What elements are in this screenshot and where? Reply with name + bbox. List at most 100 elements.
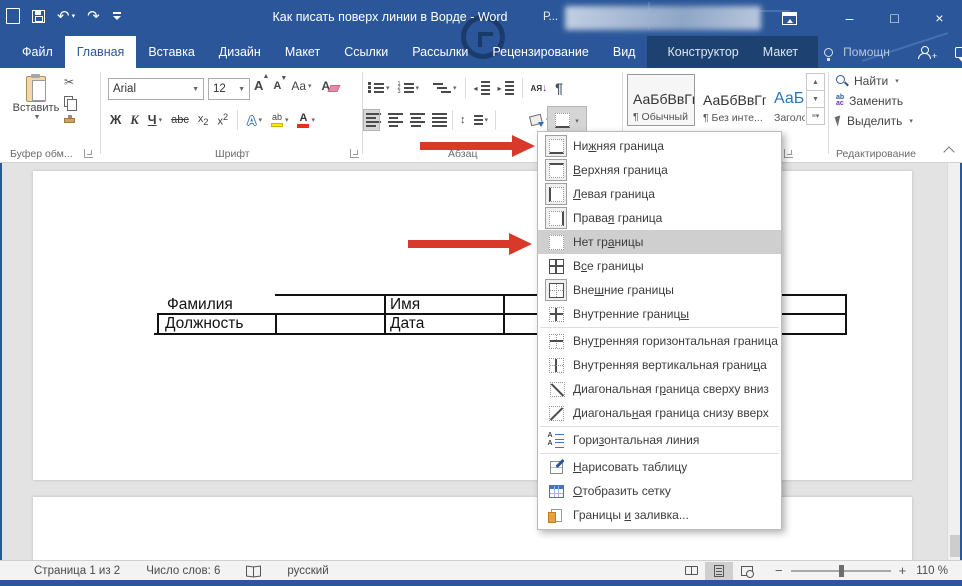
- select-button[interactable]: Выделить▾: [836, 114, 913, 128]
- zoom-level[interactable]: 110 %: [916, 565, 948, 577]
- font-size-dropdown-icon[interactable]: ▼: [238, 86, 245, 93]
- share-person-icon[interactable]: [918, 46, 930, 58]
- menu-item-border-right[interactable]: Правая граница: [538, 206, 781, 230]
- menu-item-border-inside-h[interactable]: Внутренняя горизонтальная граница: [538, 329, 781, 353]
- style-card-no-spacing[interactable]: АаБбВвГг, ¶ Без инте...: [698, 74, 766, 126]
- highlight-button[interactable]: ab▾: [271, 113, 289, 127]
- style-card-normal[interactable]: АаБбВвГг, ¶ Обычный: [627, 74, 695, 126]
- table-cell-text[interactable]: Фамилия: [167, 296, 233, 314]
- scrollbar-thumb[interactable]: [950, 535, 960, 557]
- decrease-indent-icon[interactable]: [474, 81, 490, 95]
- menu-item-horizontal-line[interactable]: Горизонтальная линия: [538, 428, 781, 452]
- numbering-button[interactable]: ▾: [398, 83, 420, 93]
- zoom-slider-thumb[interactable]: [839, 565, 844, 577]
- tab-файл[interactable]: Файл: [10, 36, 65, 68]
- menu-item-border-outside[interactable]: Внешние границы: [538, 278, 781, 302]
- tab-рецензирование[interactable]: Рецензирование: [480, 36, 601, 68]
- align-left-button[interactable]: [364, 110, 379, 130]
- clear-formatting-icon[interactable]: A: [322, 79, 340, 93]
- zoom-out-button[interactable]: −: [775, 563, 783, 578]
- line-spacing-button[interactable]: ↕▾: [460, 114, 488, 126]
- font-size-combobox[interactable]: 12 ▼: [208, 78, 250, 100]
- print-layout-button[interactable]: [705, 562, 733, 580]
- multilevel-list-button[interactable]: ▾: [427, 83, 457, 93]
- save-icon[interactable]: [32, 10, 45, 23]
- tab-конструктор[interactable]: Конструктор: [655, 36, 750, 68]
- tab-макет[interactable]: Макет: [751, 36, 810, 68]
- copy-icon[interactable]: [64, 96, 73, 107]
- find-button[interactable]: Найти▾: [836, 74, 913, 88]
- menu-item-border-diag-up[interactable]: Диагональная граница снизу вверх: [538, 401, 781, 425]
- menu-item-border-diag-down[interactable]: Диагональная граница сверху вниз: [538, 377, 781, 401]
- table-cell-text[interactable]: Должность: [165, 315, 243, 333]
- menu-item-border-inside[interactable]: Внутренние границы: [538, 302, 781, 326]
- proofing-book-icon[interactable]: [246, 566, 261, 576]
- text-effects-button[interactable]: А▾: [247, 113, 262, 128]
- menu-item-border-none[interactable]: Нет границы: [538, 230, 781, 254]
- grow-font-button[interactable]: A▲: [254, 78, 263, 93]
- table-cell-text[interactable]: Имя: [390, 296, 420, 314]
- maximize-button[interactable]: □: [872, 0, 917, 36]
- cut-icon[interactable]: ✂: [64, 76, 74, 88]
- font-color-button[interactable]: А▾: [297, 113, 315, 128]
- read-mode-button[interactable]: [677, 562, 705, 580]
- shading-button[interactable]: ▾: [529, 113, 550, 127]
- strikethrough-button[interactable]: abc: [171, 114, 189, 126]
- customize-qat-icon[interactable]: [112, 11, 122, 21]
- tab-ссылки[interactable]: Ссылки: [332, 36, 400, 68]
- bullets-button[interactable]: ▾: [368, 83, 390, 93]
- tell-me-lightbulb-icon[interactable]: [824, 48, 833, 57]
- collapse-ribbon-icon[interactable]: [942, 146, 956, 156]
- account-label[interactable]: Р...: [543, 11, 558, 23]
- tab-макет[interactable]: Макет: [273, 36, 332, 68]
- tab-главная[interactable]: Главная: [65, 36, 137, 68]
- font-dialog-launcher-icon[interactable]: [350, 149, 359, 158]
- minimize-button[interactable]: –: [827, 0, 872, 36]
- increase-indent-icon[interactable]: [498, 81, 514, 95]
- styles-dialog-launcher-icon[interactable]: [784, 149, 793, 158]
- style-card-heading1[interactable]: АаБбВ Заголово...: [769, 74, 805, 126]
- replace-button[interactable]: abacЗаменить: [836, 94, 913, 108]
- bold-button[interactable]: Ж: [110, 113, 121, 127]
- zoom-in-button[interactable]: +: [899, 563, 907, 578]
- sort-button[interactable]: АЯ↓: [531, 83, 548, 94]
- help-assistant-label[interactable]: Помощн: [843, 45, 890, 59]
- show-paragraph-marks-button[interactable]: ¶: [555, 80, 563, 96]
- change-case-button[interactable]: Aa▾: [291, 79, 311, 93]
- tab-вид[interactable]: Вид: [601, 36, 648, 68]
- undo-dropdown-icon[interactable]: ▾: [72, 12, 76, 20]
- page-indicator[interactable]: Страница 1 из 2: [34, 565, 120, 577]
- ribbon-display-options-icon[interactable]: [782, 12, 797, 25]
- paste-button[interactable]: Вставить ▼: [12, 74, 60, 136]
- menu-item-border-bottom[interactable]: Нижняя граница: [538, 134, 781, 158]
- close-button[interactable]: ×: [917, 0, 962, 36]
- superscript-button[interactable]: x2: [217, 112, 228, 128]
- menu-item-view-gridlines[interactable]: Отобразить сетку: [538, 479, 781, 503]
- tab-дизайн[interactable]: Дизайн: [207, 36, 273, 68]
- format-painter-icon[interactable]: [64, 118, 75, 123]
- align-right-button[interactable]: [408, 110, 423, 130]
- shrink-font-button[interactable]: A▼: [273, 80, 281, 92]
- language-indicator[interactable]: русский: [287, 565, 328, 577]
- borders-dropdown-icon[interactable]: ▾: [575, 117, 579, 125]
- styles-scroll-down-icon[interactable]: ▼: [806, 90, 825, 108]
- tab-рассылки[interactable]: Рассылки: [400, 36, 480, 68]
- tab-вставка[interactable]: Вставка: [136, 36, 206, 68]
- clipboard-dialog-launcher-icon[interactable]: [84, 149, 93, 158]
- underline-button[interactable]: Ч▾: [148, 113, 162, 127]
- undo-button[interactable]: ↶ ▾: [57, 9, 75, 24]
- align-center-button[interactable]: [386, 110, 401, 130]
- menu-item-border-all[interactable]: Все границы: [538, 254, 781, 278]
- italic-button[interactable]: К: [130, 113, 138, 128]
- styles-scroll-up-icon[interactable]: ▲: [806, 73, 825, 91]
- menu-item-border-inside-v[interactable]: Внутренняя вертикальная граница: [538, 353, 781, 377]
- table-cell-text[interactable]: Дата: [390, 315, 424, 333]
- justify-button[interactable]: [430, 110, 445, 130]
- menu-item-border-top[interactable]: Верхняя граница: [538, 158, 781, 182]
- subscript-button[interactable]: x2: [198, 113, 209, 127]
- redo-icon[interactable]: ↷: [87, 9, 100, 24]
- menu-item-draw-table[interactable]: Нарисовать таблицу: [538, 455, 781, 479]
- font-family-combobox[interactable]: Arial ▼: [108, 78, 204, 100]
- web-layout-button[interactable]: [733, 562, 761, 580]
- borders-button[interactable]: ▾: [548, 107, 586, 134]
